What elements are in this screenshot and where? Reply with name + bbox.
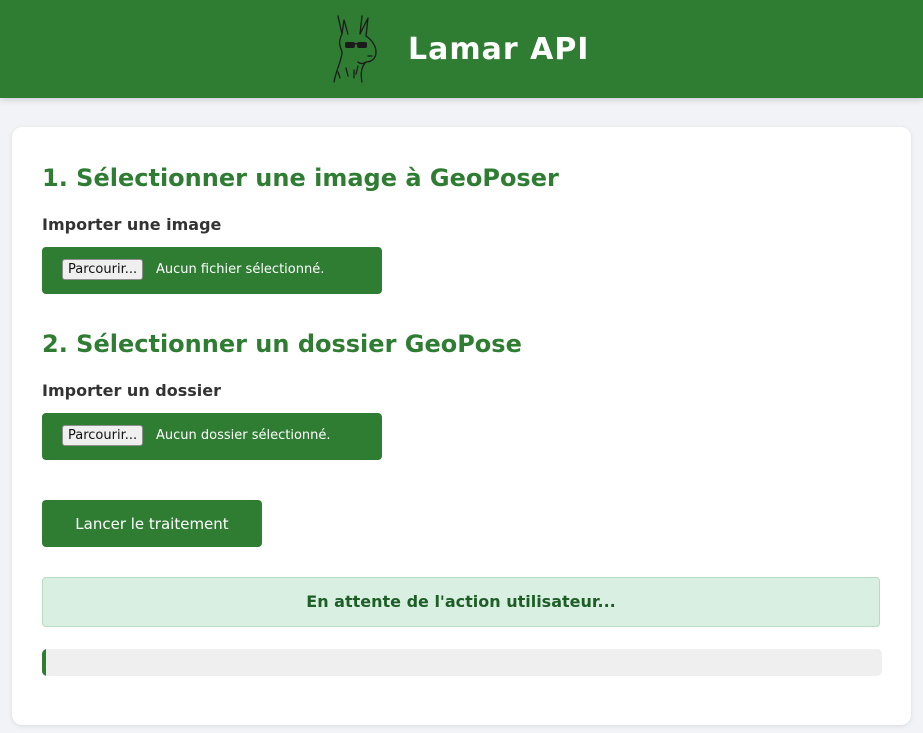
section-folder-title: 2. Sélectionner un dossier GeoPose [42,330,522,358]
llama-logo-icon [333,15,377,83]
app-header: Lamar API [0,0,923,98]
image-import-label: Importer une image [42,215,222,234]
app-title: Lamar API [408,32,590,67]
folder-file-input[interactable]: Parcourir... Aucun dossier sélectionné. [42,413,382,460]
run-processing-button[interactable]: Lancer le traitement [42,500,262,547]
progress-bar-fill [42,649,47,676]
progress-bar [42,649,882,676]
folder-import-label: Importer un dossier [42,381,221,400]
status-message: En attente de l'action utilisateur... [42,577,880,627]
folder-file-status: Aucun dossier sélectionné. [156,428,331,443]
main-card: 1. Sélectionner une image à GeoPoser Imp… [12,127,911,725]
image-file-input[interactable]: Parcourir... Aucun fichier sélectionné. [42,247,382,294]
section-image-title: 1. Sélectionner une image à GeoPoser [42,164,559,192]
image-browse-button[interactable]: Parcourir... [62,259,144,280]
folder-browse-button[interactable]: Parcourir... [62,425,144,446]
image-file-status: Aucun fichier sélectionné. [156,262,325,277]
